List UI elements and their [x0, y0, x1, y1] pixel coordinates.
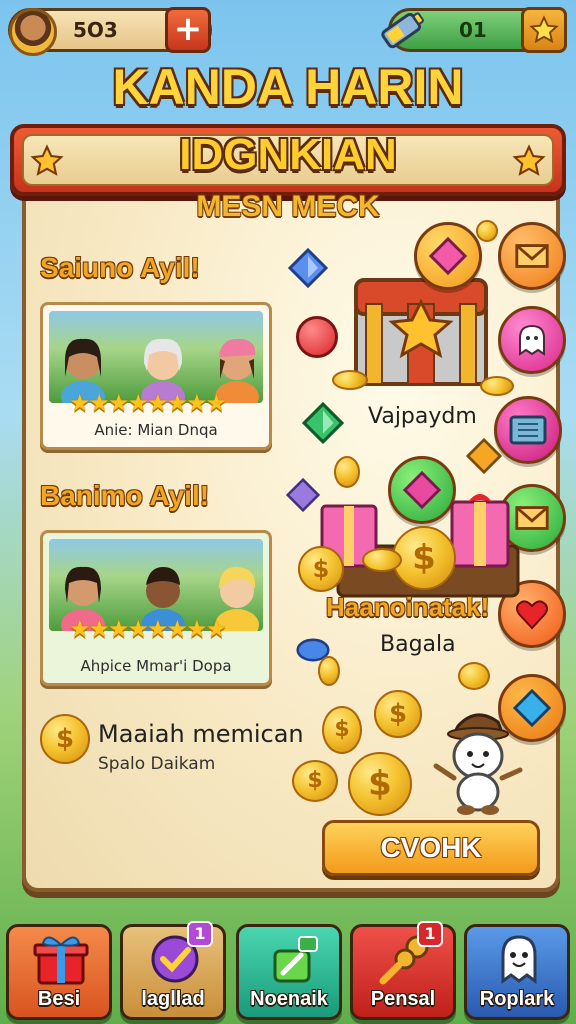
- coin-icon: $: [322, 706, 362, 754]
- heart-orb-icon: [296, 316, 338, 358]
- nav-label: lagllad: [141, 988, 205, 1010]
- nav-item-pensal[interactable]: 1 Pensal: [350, 921, 456, 1020]
- gift-icon: [33, 936, 89, 985]
- envelope-icon: [515, 244, 549, 268]
- coin-icon: $: [40, 714, 90, 764]
- coin-icon: [332, 370, 368, 390]
- panel-subtitle: MESN MECK: [196, 190, 380, 223]
- coin-icon: [318, 656, 340, 686]
- section-heading: Banimo Ayil!: [40, 480, 210, 511]
- coin-counter-value: 5O3: [73, 18, 118, 42]
- coin-icon: [476, 220, 498, 242]
- heart-icon: [516, 600, 548, 630]
- mascot-icon: [433, 713, 523, 815]
- rating-stars: ★★★★★★★★: [69, 389, 227, 417]
- star-icon: [30, 144, 64, 176]
- star-icon: [512, 144, 546, 176]
- gem-bubble-button[interactable]: [414, 222, 482, 290]
- star-icon: [529, 15, 559, 44]
- coin-icon: [458, 662, 490, 690]
- nav-label: Besi: [37, 988, 81, 1010]
- check-button[interactable]: CVOHK: [322, 820, 540, 876]
- ghost-icon: [501, 935, 537, 984]
- board-bubble-button[interactable]: [494, 396, 562, 464]
- bottom-nav: Besi 1 lagllad Noenaik 1 Pensal Roplark: [0, 918, 576, 1024]
- coin-icon: $: [348, 752, 412, 816]
- tile-icon: [509, 415, 547, 445]
- nav-label: Roplark: [479, 988, 555, 1010]
- treasure-sublabel: Bagala: [380, 632, 456, 657]
- rating-stars: ★★★★★★★★: [69, 615, 227, 643]
- coin-icon: [362, 548, 402, 572]
- reward-subtitle: Spalo Daikam: [98, 754, 216, 774]
- pink-gem-icon: [429, 237, 467, 275]
- avatar[interactable]: [9, 8, 57, 56]
- title-banner: IDGNKIAN: [10, 124, 566, 196]
- coin-counter: 5O3 +: [8, 7, 212, 56]
- coin-icon: $: [292, 760, 338, 802]
- nav-item-noenaik[interactable]: Noenaik: [236, 924, 342, 1020]
- ghost-bubble-button[interactable]: [498, 306, 566, 374]
- nav-item-besi[interactable]: Besi: [6, 924, 112, 1020]
- nav-item-roplark[interactable]: Roplark: [464, 924, 570, 1020]
- blue-gem-icon: [288, 248, 328, 288]
- energy-counter-value: 01: [459, 18, 487, 42]
- coin-icon: [480, 376, 514, 396]
- ghost-icon: [519, 324, 545, 356]
- treasure-chest-icon[interactable]: [346, 264, 496, 394]
- nav-label: Pensal: [370, 988, 436, 1010]
- treasure-label: Haanoinatak!: [326, 592, 490, 622]
- section-heading: Saiuno Ayil!: [40, 252, 200, 283]
- game-title: KANDA HARIN: [112, 59, 464, 115]
- friends-card[interactable]: ★★★★★★★★ Ahpice Mmar'i Dopa: [40, 530, 272, 686]
- battery-icon: [381, 12, 424, 49]
- star-shop-button[interactable]: [521, 7, 567, 53]
- card-caption: Ahpice Mmar'i Dopa: [80, 657, 232, 675]
- chest-label: Vajpaydm: [368, 404, 477, 429]
- notification-badge: 1: [417, 921, 443, 947]
- friends-card[interactable]: ★★★★★★★★ Anie: Mian Dnqa: [40, 302, 272, 450]
- nav-label: Noenaik: [250, 988, 328, 1010]
- green-gem-icon: [302, 402, 344, 444]
- card-caption: Anie: Mian Dnqa: [94, 421, 218, 439]
- reward-title: Maaiah memican: [98, 720, 304, 748]
- coin-icon: [334, 456, 360, 488]
- hammer-icon: [273, 936, 318, 983]
- purple-gem-icon: [286, 478, 320, 512]
- energy-counter: 01: [381, 7, 567, 53]
- nav-item-lagllad[interactable]: 1 lagllad: [120, 921, 226, 1020]
- mail-bubble-button[interactable]: [498, 222, 566, 290]
- add-coins-button[interactable]: +: [165, 7, 211, 53]
- coin-icon: $: [374, 690, 422, 738]
- notification-badge: 1: [187, 921, 213, 947]
- coin-icon: $: [298, 546, 344, 592]
- banner-title: IDGNKIAN: [179, 130, 397, 179]
